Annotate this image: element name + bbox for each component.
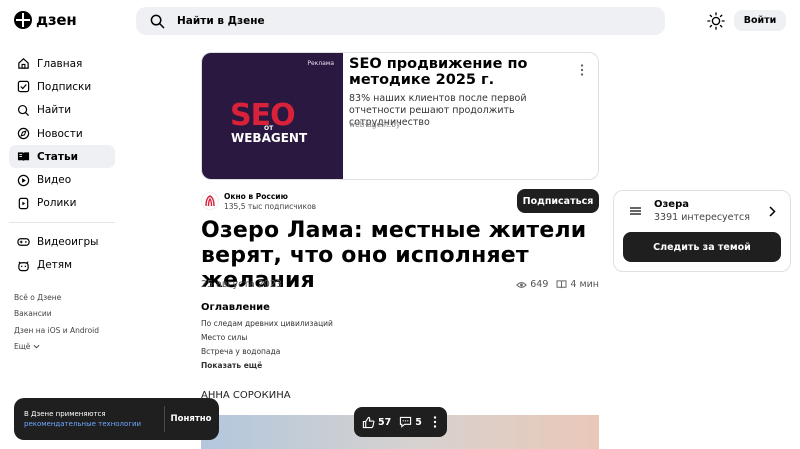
channel-name[interactable]: Окно в Россию — [224, 192, 288, 201]
search-bar[interactable] — [136, 7, 665, 35]
notice-ok-button[interactable]: Понятно — [166, 406, 216, 432]
more-vertical-icon[interactable] — [432, 415, 438, 429]
sidebar-item-label: Видеоигры — [37, 235, 99, 248]
sidebar-item-label: Детям — [37, 259, 73, 272]
sidebar-item-shorts[interactable]: Ролики — [9, 192, 115, 215]
menu-icon — [630, 207, 641, 215]
article-stats: 649 4 мин — [516, 279, 599, 290]
follow-topic-button[interactable]: Следить за темой — [623, 232, 781, 262]
subscribe-button[interactable]: Подписаться — [517, 189, 599, 213]
sidebar-footer-links: Всё о Дзене Вакансии Дзен на iOS и Andro… — [14, 292, 99, 357]
notice-divider — [164, 406, 165, 432]
sidebar-item-news[interactable]: Новости — [9, 122, 115, 145]
sidebar-item-videogames[interactable]: Видеоигры — [9, 230, 115, 253]
recommendation-notice: В Дзене применяются рекомендательные тех… — [14, 398, 219, 440]
topic-interested-count: 3391 интересуется — [654, 212, 750, 223]
thumbs-up-icon — [362, 416, 375, 428]
notice-label: В Дзене применяются — [24, 410, 106, 418]
sidebar-item-home[interactable]: Главная — [9, 52, 115, 75]
channel-avatar[interactable] — [201, 192, 219, 210]
sidebar-item-label: Новости — [37, 127, 83, 140]
ad-image-brand-text: WEBAGENT — [231, 131, 308, 145]
topic-name[interactable]: Озера — [654, 199, 689, 210]
like-button[interactable]: 57 — [362, 416, 391, 429]
search-icon — [150, 14, 165, 28]
comments-button[interactable]: 5 — [399, 416, 422, 428]
sidebar-item-video[interactable]: Видео — [9, 168, 115, 191]
comment-icon — [400, 416, 412, 428]
zen-logo-icon — [14, 11, 32, 29]
chevron-right-icon[interactable] — [768, 206, 776, 217]
link-about[interactable]: Всё о Дзене — [14, 292, 99, 308]
login-button[interactable]: Войти — [734, 10, 786, 31]
sidebar-item-label: Подписки — [37, 80, 92, 93]
ad-image: Реклама SEO ОТ WEBAGENT — [202, 53, 343, 179]
sidebar-item-label: Главная — [37, 57, 83, 70]
toc-title: Оглавление — [201, 302, 270, 313]
ad-badge: Реклама — [307, 60, 334, 67]
video-icon — [17, 174, 30, 187]
toc-list: По следам древних цивилизаций Место силы… — [201, 319, 333, 361]
sidebar-divider — [9, 222, 115, 224]
news-icon — [17, 127, 30, 140]
kids-icon — [17, 259, 30, 272]
sidebar-item-subscriptions[interactable]: Подписки — [9, 75, 115, 98]
views-count: 649 — [530, 279, 549, 290]
link-more-label: Ещё — [14, 341, 31, 351]
likes-count: 57 — [378, 416, 392, 428]
theme-toggle-icon[interactable] — [707, 12, 725, 30]
ad-title: SEO продвижение по методике 2025 г. — [349, 56, 528, 88]
link-more[interactable]: Ещё — [14, 341, 99, 357]
subscriptions-icon — [17, 80, 30, 93]
topic-card: Озера 3391 интересуется Следить за темой — [613, 190, 791, 272]
home-icon — [17, 57, 30, 70]
sidebar-item-articles[interactable]: Статьи — [9, 145, 115, 169]
article-date: 25 августа 2023 — [201, 279, 282, 290]
views-stat: 649 — [516, 279, 548, 290]
more-vertical-icon[interactable] — [578, 63, 586, 77]
search-icon — [17, 104, 30, 117]
sidebar-nav: Главная Подписки Найти Новости Статьи Ви… — [9, 52, 115, 277]
sidebar-item-label: Видео — [37, 174, 72, 187]
gamepad-icon — [17, 235, 30, 248]
channel-logo-icon — [205, 195, 215, 207]
shorts-icon — [17, 197, 30, 210]
ad-domain: web-agent.by — [349, 120, 401, 129]
chevron-down-icon — [33, 344, 40, 349]
sidebar-item-kids[interactable]: Детям — [9, 253, 115, 276]
logo-text: дзен — [36, 11, 77, 29]
link-apps[interactable]: Дзен на iOS и Android — [14, 325, 99, 341]
reaction-bar: 57 5 — [354, 407, 447, 437]
eye-icon — [516, 281, 528, 288]
sidebar-item-label: Найти — [37, 104, 72, 117]
logo[interactable]: дзен — [14, 11, 77, 29]
search-input[interactable] — [177, 15, 577, 27]
channel-subscribers: 135,5 тыс подписчиков — [224, 202, 317, 211]
ad-banner[interactable]: Реклама SEO ОТ WEBAGENT SEO продвижение … — [201, 52, 599, 180]
toc-item[interactable]: Место силы — [201, 333, 333, 347]
link-vacancies[interactable]: Вакансии — [14, 308, 99, 324]
sidebar-item-label: Ролики — [37, 197, 77, 210]
book-icon — [556, 280, 567, 289]
ad-image-seo-text: SEO — [230, 98, 296, 133]
notice-link[interactable]: рекомендательные технологии — [24, 419, 164, 429]
toc-item[interactable]: Встреча у водопада — [201, 347, 333, 361]
sidebar-item-label: Статьи — [37, 150, 78, 163]
toc-item[interactable]: По следам древних цивилизаций — [201, 319, 333, 333]
toc-show-more-link[interactable]: Показать ещё — [201, 361, 262, 370]
articles-icon — [17, 150, 30, 163]
notice-text: В Дзене применяются рекомендательные тех… — [24, 409, 164, 429]
read-time-stat: 4 мин — [556, 279, 599, 290]
sidebar-item-search[interactable]: Найти — [9, 99, 115, 122]
read-time: 4 мин — [570, 279, 599, 290]
comments-count: 5 — [415, 416, 422, 428]
